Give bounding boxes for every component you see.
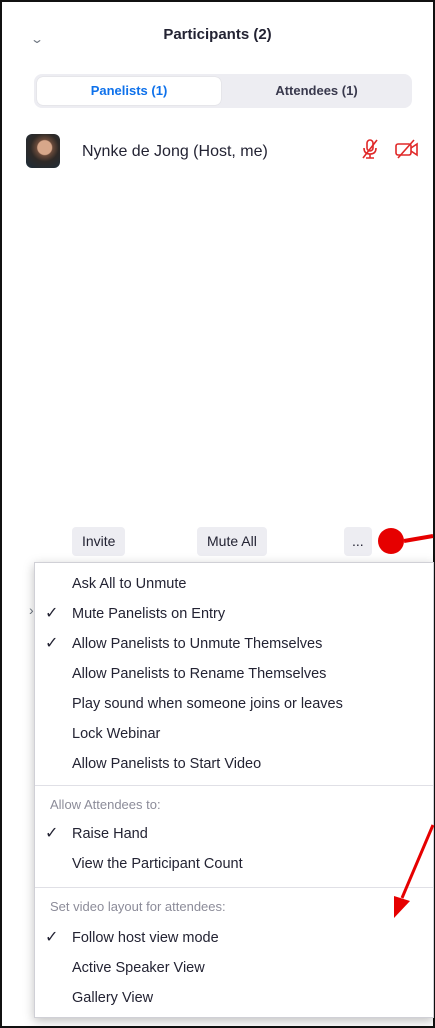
- checkmark-icon: ✓: [45, 605, 59, 622]
- menu-item-active-speaker-view[interactable]: Active Speaker View: [35, 953, 433, 983]
- attendees-section-label: Allow Attendees to:: [50, 797, 161, 812]
- checkmark-icon: ✓: [45, 635, 59, 652]
- participants-panel: ⌄ Participants (2) Panelists (1) Attende…: [0, 0, 435, 1028]
- muted-mic-icon[interactable]: [360, 138, 380, 160]
- page-title: Participants (2): [163, 26, 272, 43]
- tab-panelists[interactable]: Panelists (1): [37, 77, 221, 105]
- video-off-icon[interactable]: [394, 138, 420, 160]
- avatar: [26, 134, 60, 168]
- participant-name: Nynke de Jong (Host, me): [82, 143, 268, 160]
- menu-item-gallery-view[interactable]: Gallery View: [35, 983, 433, 1013]
- layout-section-label: Set video layout for attendees:: [50, 899, 226, 914]
- participant-tabs: Panelists (1) Attendees (1): [34, 74, 412, 108]
- more-options-button[interactable]: ...: [344, 527, 372, 556]
- menu-divider: [35, 887, 433, 888]
- menu-item-mute-on-entry[interactable]: ✓ Mute Panelists on Entry: [35, 599, 433, 629]
- annotation-dot: [378, 528, 404, 554]
- mute-all-button[interactable]: Mute All: [197, 527, 267, 556]
- menu-item-lock-webinar[interactable]: Lock Webinar: [35, 719, 433, 749]
- menu-item-follow-host-view[interactable]: ✓ Follow host view mode: [35, 923, 433, 953]
- menu-item-view-participant-count[interactable]: View the Participant Count: [35, 849, 433, 879]
- menu-item-play-sound[interactable]: Play sound when someone joins or leaves: [35, 689, 433, 719]
- panel-footer: Invite Mute All ...: [2, 527, 433, 559]
- invite-button[interactable]: Invite: [72, 527, 126, 556]
- menu-item-allow-start-video[interactable]: Allow Panelists to Start Video: [35, 749, 433, 779]
- menu-item-raise-hand[interactable]: ✓ Raise Hand: [35, 819, 433, 849]
- checkmark-icon: ✓: [45, 825, 59, 842]
- menu-item-allow-unmute[interactable]: ✓ Allow Panelists to Unmute Themselves: [35, 629, 433, 659]
- menu-item-ask-all-unmute[interactable]: Ask All to Unmute: [35, 569, 433, 599]
- menu-item-allow-rename[interactable]: Allow Panelists to Rename Themselves: [35, 659, 433, 689]
- menu-divider: [35, 785, 433, 786]
- tab-attendees[interactable]: Attendees (1): [224, 77, 409, 105]
- checkmark-icon: ✓: [45, 929, 59, 946]
- participant-row[interactable]: Nynke de Jong (Host, me): [26, 134, 426, 170]
- chevron-icon: ›: [29, 602, 34, 618]
- more-options-menu: Ask All to Unmute ✓ Mute Panelists on En…: [34, 562, 434, 1018]
- participant-controls: [350, 138, 420, 165]
- panel-header: ⌄ Participants (2): [2, 2, 433, 66]
